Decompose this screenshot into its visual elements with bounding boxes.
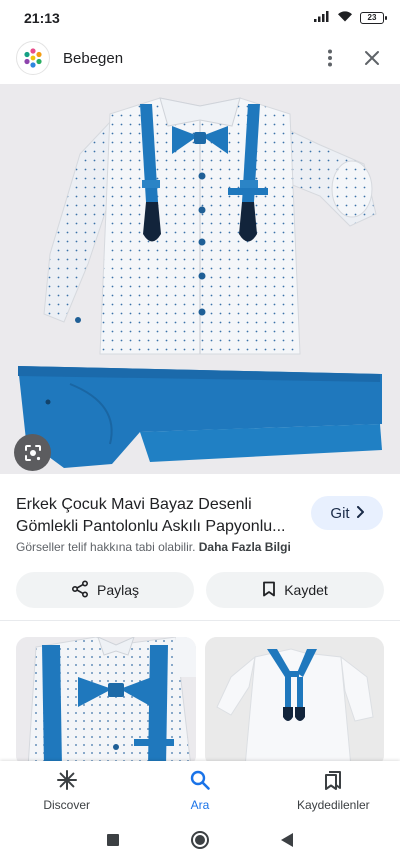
- related-image-2[interactable]: [205, 637, 384, 767]
- status-icons: 23: [314, 9, 387, 27]
- system-nav: [0, 819, 400, 866]
- lens-icon[interactable]: [14, 434, 51, 471]
- nav-discover-label: Discover: [43, 797, 90, 812]
- visit-label: Git: [330, 504, 350, 522]
- nav-search[interactable]: Ara: [133, 761, 266, 819]
- signal-icon: [314, 9, 330, 27]
- nav-discover[interactable]: Discover: [0, 761, 133, 819]
- visit-button[interactable]: Git: [311, 496, 383, 530]
- site-name[interactable]: Bebegen: [63, 50, 318, 67]
- save-button[interactable]: Kaydet: [206, 572, 384, 608]
- asterisk-icon: [56, 769, 78, 794]
- status-bar: 21:13 23: [0, 0, 400, 36]
- more-info-link[interactable]: Daha Fazla Bilgi: [199, 540, 291, 554]
- bottom-nav: Discover Ara Kaydedilenler: [0, 761, 400, 819]
- search-icon: [189, 769, 211, 794]
- product-image[interactable]: [0, 84, 400, 474]
- header: Bebegen: [0, 36, 400, 80]
- nav-saved[interactable]: Kaydedilenler: [267, 761, 400, 819]
- share-icon: [71, 579, 89, 601]
- battery-icon: 23: [360, 12, 387, 24]
- wifi-icon: [337, 9, 353, 27]
- copyright-notice: Görseller telif hakkına tabi olabilir. D…: [16, 540, 291, 554]
- screen: 21:13 23 Bebegen Erkek Çocuk Mavi Bayaz …: [0, 0, 400, 866]
- divider: [0, 620, 400, 621]
- recents-icon[interactable]: [106, 833, 120, 852]
- close-icon[interactable]: [360, 42, 384, 74]
- copyright-text: Görseller telif hakkına tabi olabilir.: [16, 540, 196, 554]
- nav-saved-label: Kaydedilenler: [296, 797, 370, 812]
- share-label: Paylaş: [96, 582, 140, 598]
- bookmarks-icon: [322, 769, 344, 794]
- more-vert-icon[interactable]: [318, 42, 342, 74]
- status-time: 21:13: [24, 10, 60, 26]
- nav-search-label: Ara: [190, 797, 210, 812]
- share-button[interactable]: Paylaş: [16, 572, 194, 608]
- chevron-right-icon: [356, 505, 364, 522]
- back-icon[interactable]: [280, 832, 294, 853]
- site-logo-icon[interactable]: [16, 41, 50, 75]
- bookmark-icon: [262, 581, 276, 600]
- home-icon[interactable]: [190, 830, 210, 855]
- save-label: Kaydet: [284, 582, 328, 598]
- result-title[interactable]: Erkek Çocuk Mavi Bayaz Desenli Gömlekli …: [16, 494, 302, 538]
- related-image-1[interactable]: [16, 637, 196, 767]
